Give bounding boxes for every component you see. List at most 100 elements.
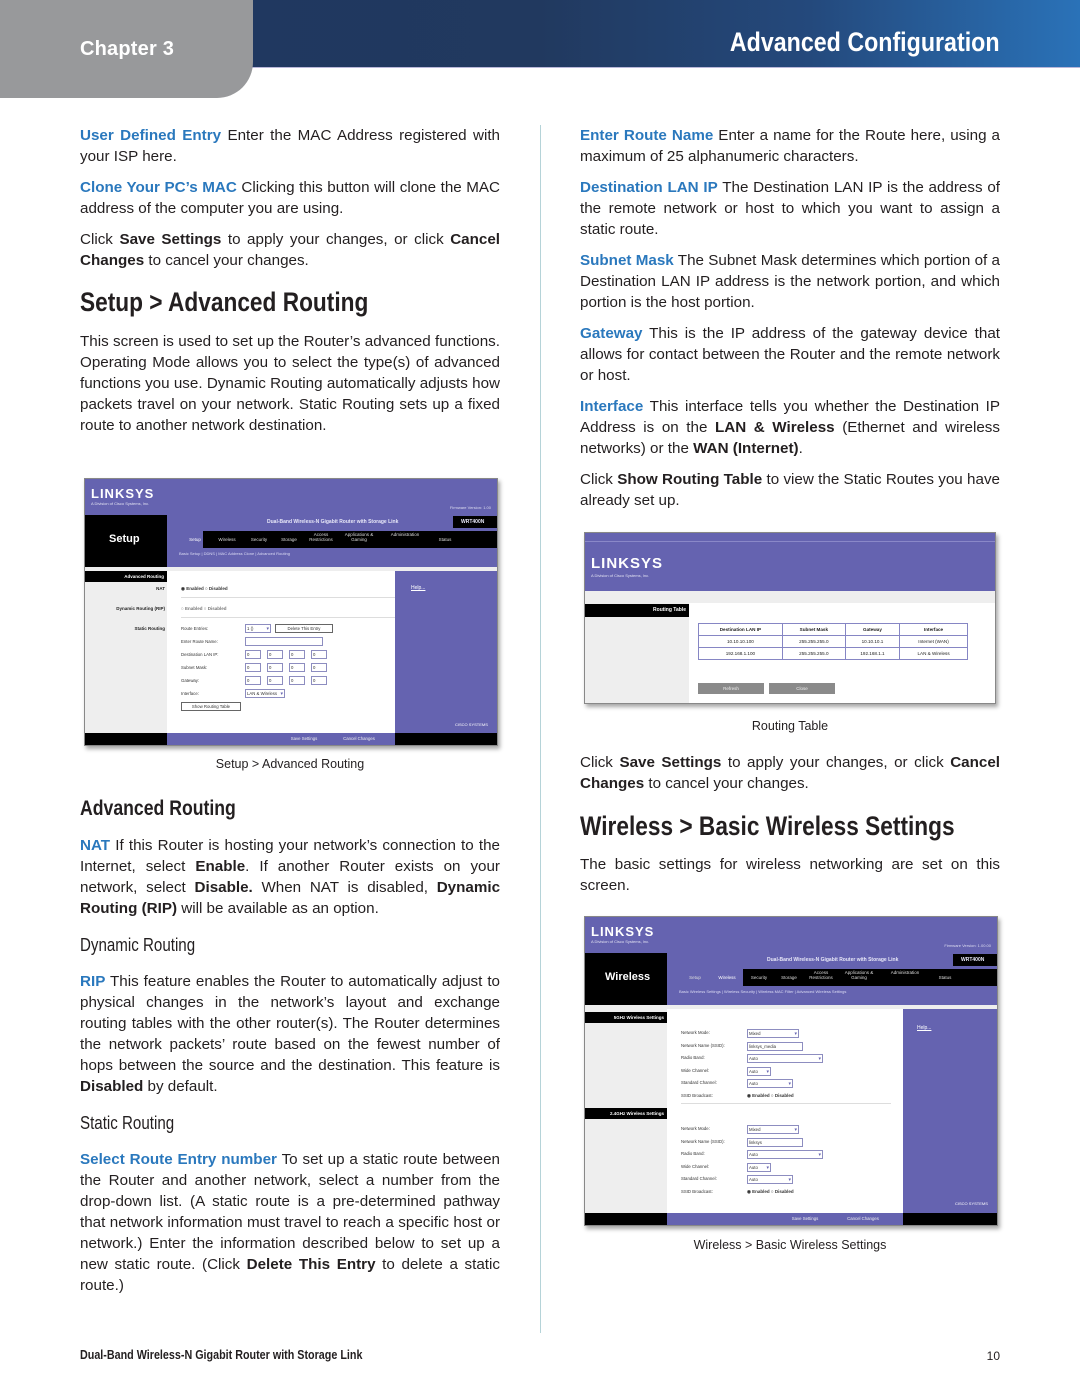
para-user-defined-entry: User Defined Entry Enter the MAC Address… xyxy=(80,127,500,165)
band5-ssid-broadcast-radio[interactable]: ◉ Enabled ○ Disabled xyxy=(747,1093,794,1099)
model-box: WRT400N xyxy=(453,516,497,528)
para-subnet-mask: Subnet Mask The Subnet Mask determines w… xyxy=(580,252,1000,311)
sub-nav[interactable]: Basic Wireless Settings | Wireless Secur… xyxy=(679,989,846,994)
subnet-mask-octet-2[interactable]: 0 xyxy=(267,663,283,672)
firmware-version: Firmware Version: 1.00 xyxy=(449,505,491,510)
route-name-input[interactable] xyxy=(245,637,323,646)
linksys-banner: LINKSYS A Division of Cisco Systems, Inc… xyxy=(585,917,997,953)
interface-select[interactable]: LAN & Wireless xyxy=(245,689,285,698)
screenshot-routing-table: LINKSYS A Division of Cisco Systems, Inc… xyxy=(584,532,996,704)
band24-wide-channel-select[interactable]: Auto xyxy=(747,1162,771,1172)
tab-status[interactable]: Status xyxy=(927,975,963,980)
screenshot-advanced-routing: LINKSYS A Division of Cisco Systems, Inc… xyxy=(84,478,498,746)
table-row: 10.10.10.100 255.255.255.0 10.10.10.1 Inter… xyxy=(698,635,968,648)
subnet-mask-octet-3[interactable]: 0 xyxy=(289,663,305,672)
band5-ssid-input[interactable]: linksys_media xyxy=(747,1041,803,1051)
nat-radio-group[interactable]: ◉ Enabled ○ Disabled xyxy=(181,586,228,592)
band24-field-label: Network Mode: xyxy=(681,1126,710,1131)
band5-field-label: Standard Channel: xyxy=(681,1080,717,1085)
band5-radio-band-select[interactable]: Auto xyxy=(747,1054,823,1063)
caption-wireless: Wireless > Basic Wireless Settings xyxy=(693,1238,887,1252)
dest-ip-octet-4[interactable]: 0 xyxy=(311,650,327,659)
tab-setup[interactable]: Setup xyxy=(677,975,713,980)
save-settings-button[interactable]: Save Settings xyxy=(281,734,327,744)
tab-access-restrictions[interactable]: Access Restrictions xyxy=(803,970,839,980)
rip-radio-group[interactable]: ○ Enabled ○ Disabled xyxy=(181,606,226,611)
tab-storage[interactable]: Storage xyxy=(771,975,807,980)
tab-administration[interactable]: Administration xyxy=(887,970,923,975)
gateway-octet-1[interactable]: 0 xyxy=(245,676,261,685)
band5-field-label: Wide Channel: xyxy=(681,1067,710,1073)
chapter-label: Chapter 3 xyxy=(80,38,175,60)
model-box: WRT400N xyxy=(953,954,997,966)
side-header: Routing Table xyxy=(585,604,689,617)
save-settings-button[interactable]: Save Settings xyxy=(781,1214,829,1224)
tab-status[interactable]: Status xyxy=(427,537,463,542)
route-entry-select[interactable]: 1 () xyxy=(245,624,271,633)
page-number: 10 xyxy=(986,1349,1000,1363)
side-panel xyxy=(585,603,689,703)
section-block: Setup xyxy=(85,515,167,567)
band24-radio-band-select[interactable]: Auto xyxy=(747,1150,823,1159)
chapter-tab: Chapter 3 xyxy=(0,0,253,98)
gateway-octet-4[interactable]: 0 xyxy=(311,676,327,685)
band5-network-mode-select[interactable]: Mixed xyxy=(747,1029,799,1038)
heading-setup-advanced-routing: Setup > Advanced Routing xyxy=(80,287,369,317)
dest-ip-octet-1[interactable]: 0 xyxy=(245,650,261,659)
dest-ip-octet-3[interactable]: 0 xyxy=(289,650,305,659)
dest-ip-octet-2[interactable]: 0 xyxy=(267,650,283,659)
band24-field-label: Standard Channel: xyxy=(681,1176,717,1181)
band5-field-label: SSID Broadcast: xyxy=(681,1092,713,1098)
screenshot-wireless-basic-settings: LINKSYS A Division of Cisco Systems, Inc… xyxy=(584,916,998,1226)
term-user-defined-entry: User Defined Entry xyxy=(80,127,222,144)
band24-standard-channel-select[interactable]: Auto xyxy=(747,1175,793,1184)
refresh-button[interactable]: Refresh xyxy=(698,683,764,694)
band24-network-mode-select[interactable]: Mixed xyxy=(747,1125,799,1134)
section-name: Setup xyxy=(109,533,140,545)
help-link[interactable]: Help... xyxy=(411,585,425,591)
para-interface: Interface This interface tells you wheth… xyxy=(580,398,1000,457)
tab-storage[interactable]: Storage xyxy=(271,537,307,542)
cancel-changes-button[interactable]: Cancel Changes xyxy=(335,734,383,744)
tab-applications-gaming[interactable]: Applications & Gaming xyxy=(341,532,377,542)
gateway-octet-2[interactable]: 0 xyxy=(267,676,283,685)
table-cell: 255.255.255.0 xyxy=(781,647,846,660)
para-enter-route-name: Enter Route Name Enter a name for the Ro… xyxy=(580,127,1001,165)
delete-entry-button[interactable]: Delete This Entry xyxy=(275,624,333,633)
tab-setup[interactable]: Setup xyxy=(177,537,213,542)
caption-routing-table: Routing Table xyxy=(751,719,829,733)
dynamic-routing-label: Dynamic Routing (RIP) xyxy=(116,606,165,611)
band24-ssid-broadcast-radio[interactable]: ◉ Enabled ○ Disabled xyxy=(747,1189,794,1195)
para-save-settings: Click Save Settings to apply your change… xyxy=(80,231,500,269)
band24-ssid-input[interactable]: linksys xyxy=(747,1137,803,1147)
heading-static-routing: Static Routing xyxy=(80,1113,175,1133)
tab-wireless[interactable]: Wireless xyxy=(709,975,745,980)
heading-advanced-routing: Advanced Routing xyxy=(80,797,236,820)
tab-access-restrictions[interactable]: Access Restrictions xyxy=(303,532,339,542)
show-routing-table-button[interactable]: Show Routing Table xyxy=(181,702,241,711)
help-link[interactable]: Help... xyxy=(917,1025,931,1031)
para-rip: RIP This feature enables the Router to a… xyxy=(80,973,500,1095)
column-divider xyxy=(540,125,541,1333)
subnet-mask-octet-1[interactable]: 0 xyxy=(245,663,261,672)
linksys-logo-sub: A Division of Cisco Systems, Inc. xyxy=(591,939,650,944)
tab-wireless[interactable]: Wireless xyxy=(209,537,245,542)
band5-field-label: Radio Band: xyxy=(681,1055,705,1060)
gateway-octet-3[interactable]: 0 xyxy=(289,676,305,685)
tab-applications-gaming[interactable]: Applications & Gaming xyxy=(841,970,877,980)
band5-standard-channel-select[interactable]: Auto xyxy=(747,1079,793,1088)
tab-administration[interactable]: Administration xyxy=(387,532,423,537)
para-nat: NAT If this Router is hosting your netwo… xyxy=(80,837,501,917)
sub-nav[interactable]: Basic Setup | DDNS | MAC Address Clone |… xyxy=(179,551,290,556)
band5-wide-channel-select[interactable]: Auto xyxy=(747,1066,771,1076)
close-button[interactable]: Close xyxy=(769,683,835,694)
cancel-changes-button[interactable]: Cancel Changes xyxy=(837,1214,889,1224)
caption-advanced-routing: Setup > Advanced Routing xyxy=(215,757,365,771)
section-name: Wireless xyxy=(605,971,651,983)
section-block: Wireless xyxy=(585,953,667,1005)
subnet-mask-octet-4[interactable]: 0 xyxy=(311,663,327,672)
para-clone-mac: Clone Your PC’s MAC Clicking this button… xyxy=(80,179,501,217)
cisco-logo: CISCO SYSTEMS xyxy=(955,1201,988,1206)
linksys-banner: LINKSYS A Division of Cisco Systems, Inc… xyxy=(85,479,497,515)
footer-product-name: Dual-Band Wireless-N Gigabit Router with… xyxy=(80,1348,363,1362)
